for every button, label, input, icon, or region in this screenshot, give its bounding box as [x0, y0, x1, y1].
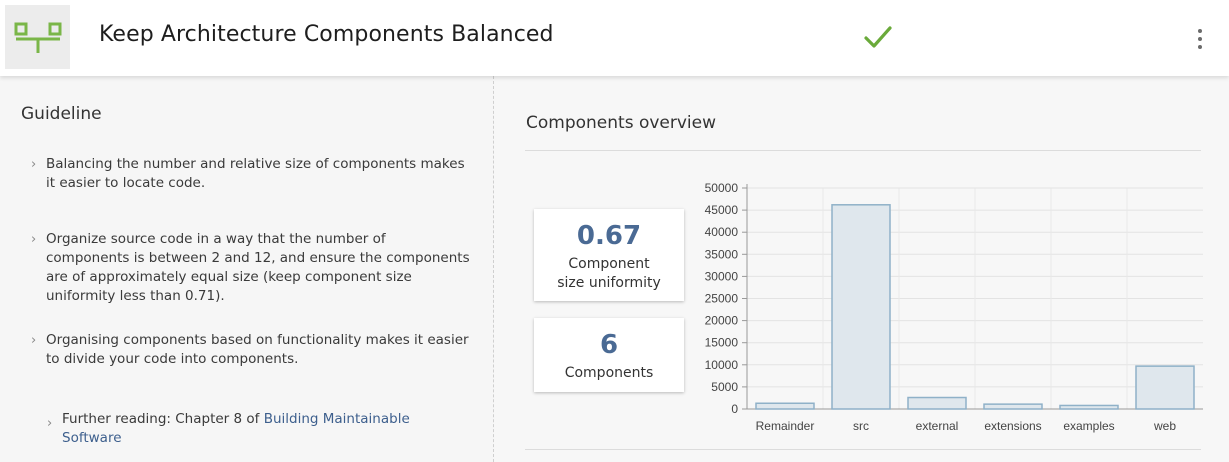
- y-tick-label: 20000: [705, 314, 739, 328]
- architecture-logo-icon: [5, 5, 70, 69]
- checkmark-icon: [863, 22, 893, 56]
- bar-extensions: [983, 403, 1043, 410]
- y-tick-label: 15000: [705, 336, 739, 350]
- chevron-right-icon: ›: [31, 157, 37, 172]
- components-count-label: Components: [564, 365, 654, 381]
- guideline-item-text: Balancing the number and relative size o…: [46, 156, 465, 191]
- overview-title: Components overview: [526, 113, 717, 133]
- guideline-panel: Guideline › Balancing the number and rel…: [0, 76, 494, 462]
- guideline-item: › Organize source code in a way that the…: [31, 230, 471, 306]
- guideline-item-text: Organize source code in a way that the n…: [46, 231, 470, 304]
- y-tick-label: 10000: [705, 358, 739, 372]
- y-tick-label: 40000: [705, 225, 739, 239]
- x-tick-label: Remainder: [756, 419, 815, 433]
- bar-web: [1135, 365, 1195, 410]
- chevron-right-icon: ›: [31, 333, 37, 348]
- guideline-title: Guideline: [21, 104, 102, 124]
- y-tick-label: 45000: [705, 203, 739, 217]
- uniformity-label: Component size uniformity: [557, 256, 661, 291]
- y-tick-label: 35000: [705, 247, 739, 261]
- more-options-icon[interactable]: [1190, 24, 1210, 54]
- bar-examples: [1059, 404, 1119, 410]
- bar-src: [831, 204, 891, 410]
- x-tick-label: src: [853, 419, 869, 433]
- bar-remainder: [755, 402, 815, 410]
- y-tick-label: 25000: [705, 292, 739, 306]
- x-tick-label: examples: [1063, 419, 1114, 433]
- guideline-item: › Balancing the number and relative size…: [31, 155, 471, 193]
- components-count-value: 6: [599, 330, 619, 360]
- divider: [525, 150, 1201, 151]
- page-title: Keep Architecture Components Balanced: [99, 22, 554, 47]
- guideline-item: › Organising components based on functio…: [31, 331, 471, 369]
- further-reading: › Further reading: Chapter 8 of Building…: [47, 410, 427, 448]
- x-tick-label: web: [1153, 419, 1176, 433]
- further-reading-prefix: Further reading: Chapter 8 of: [62, 411, 264, 427]
- chevron-right-icon: ›: [47, 416, 53, 431]
- components-overview-panel: Components overview 0.67 Component size …: [495, 76, 1229, 462]
- components-bar-chart: 0 5000 10000 15000 20000 25000 30000 35000 40000…: [705, 181, 1203, 433]
- y-tick-label: 30000: [705, 269, 739, 283]
- y-tick-label: 5000: [711, 380, 738, 394]
- bar-external: [907, 396, 967, 410]
- divider: [525, 449, 1201, 450]
- uniformity-value: 0.67: [576, 221, 642, 251]
- uniformity-card: 0.67 Component size uniformity: [534, 209, 684, 301]
- chevron-right-icon: ›: [31, 232, 37, 247]
- y-tick-label: 0: [731, 402, 738, 416]
- header-bar: Keep Architecture Components Balanced: [0, 0, 1229, 76]
- y-tick-label: 50000: [705, 181, 739, 195]
- guideline-item-text: Organising components based on functiona…: [46, 332, 469, 367]
- components-count-card: 6 Components: [534, 318, 684, 392]
- x-tick-label: external: [916, 419, 959, 433]
- x-tick-label: extensions: [984, 419, 1041, 433]
